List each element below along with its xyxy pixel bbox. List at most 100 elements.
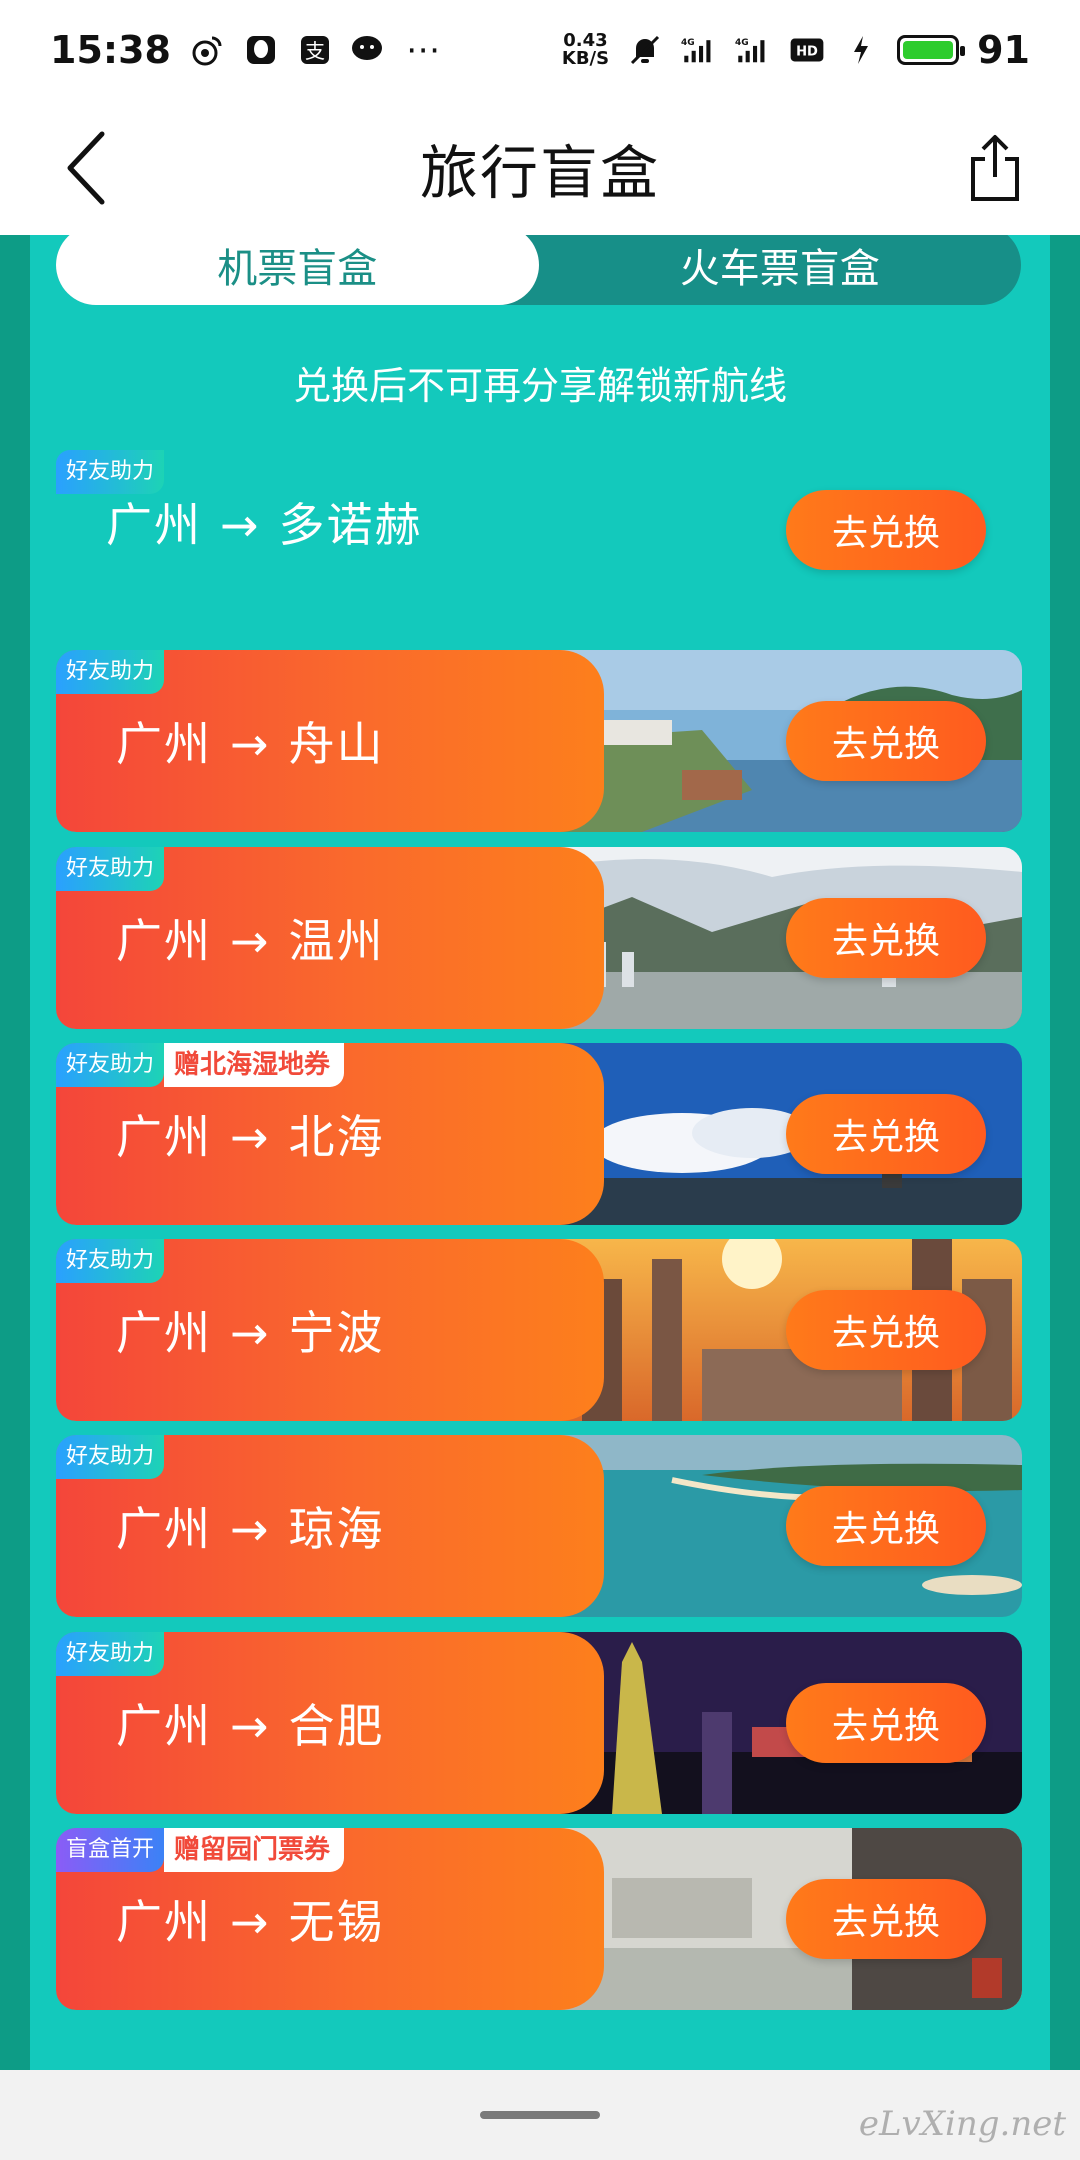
route-label: 广州 → 北海 xyxy=(116,1101,385,1167)
more-notifications-icon: ⋯ xyxy=(405,30,440,70)
left-frame xyxy=(0,235,30,2070)
badge-group: 好友助力 xyxy=(56,847,165,891)
back-button[interactable] xyxy=(40,120,130,215)
redeem-button[interactable]: 去兑换 xyxy=(786,898,986,978)
route-label: 广州 → 无锡 xyxy=(116,1886,385,1952)
svg-text:4G: 4G xyxy=(735,38,749,48)
svg-text:4G: 4G xyxy=(681,38,695,48)
route-destination: 温州 xyxy=(288,914,385,968)
friend-help-badge: 好友助力 xyxy=(56,450,165,494)
gift-coupon-badge: 赠北海湿地券 xyxy=(164,1043,345,1087)
friend-help-badge: 好友助力 xyxy=(56,1632,165,1676)
status-bar: 15:38 支 ⋯ 0.43 KB/S 4G 4G HD 91 xyxy=(0,0,1080,100)
route-arrow: → xyxy=(220,498,261,552)
route-label: 广州 → 琼海 xyxy=(116,1493,385,1559)
hd-voice-icon: HD xyxy=(789,32,825,68)
route-card[interactable]: 好友助力 广州 → 舟山 去兑换 xyxy=(56,650,1022,832)
badge-group: 好友助力 xyxy=(56,450,165,494)
network-speed: 0.43 KB/S xyxy=(561,30,610,69)
route-origin: 广州 xyxy=(116,717,212,771)
redeem-button[interactable]: 去兑换 xyxy=(786,1683,986,1763)
route-label: 广州 → 宁波 xyxy=(116,1297,385,1363)
route-arrow: → xyxy=(230,1110,271,1164)
route-card[interactable]: 好友助力 广州 → 宁波 去兑换 xyxy=(56,1239,1022,1421)
route-destination: 合肥 xyxy=(288,1699,385,1753)
qq-icon xyxy=(243,32,279,68)
chevron-left-icon xyxy=(67,131,105,204)
route-arrow: → xyxy=(230,1306,271,1360)
badge-group: 好友助力 xyxy=(56,1435,165,1479)
friend-help-badge: 好友助力 xyxy=(56,1435,165,1479)
badge-group: 好友助力 xyxy=(56,1632,165,1676)
badge-group: 好友助力 赠北海湿地券 xyxy=(56,1043,345,1087)
page-title: 旅行盲盒 xyxy=(419,138,660,207)
route-origin: 广州 xyxy=(116,1306,212,1360)
app-header: 旅行盲盒 xyxy=(0,100,1080,235)
friend-help-badge: 好友助力 xyxy=(56,1239,165,1283)
charging-bolt-icon xyxy=(843,32,879,68)
friend-help-badge: 好友助力 xyxy=(56,1043,165,1087)
badge-group: 盲盒首开 赠留园门票券 xyxy=(56,1828,345,1872)
mute-bell-icon xyxy=(627,32,663,68)
route-destination: 无锡 xyxy=(288,1895,385,1949)
redeem-button[interactable]: 去兑换 xyxy=(786,490,986,570)
redeem-button[interactable]: 去兑换 xyxy=(786,1486,986,1566)
share-button[interactable] xyxy=(950,120,1040,215)
route-origin: 广州 xyxy=(116,1699,212,1753)
redeem-button[interactable]: 去兑换 xyxy=(786,1879,986,1959)
clock: 15:38 xyxy=(50,28,171,72)
route-label: 广州 → 温州 xyxy=(116,905,385,971)
route-card[interactable]: 好友助力 广州 → 琼海 去兑换 xyxy=(56,1435,1022,1617)
signal-4g-icon-2: 4G xyxy=(735,32,771,68)
battery-icon xyxy=(897,35,966,65)
signal-4g-icon-1: 4G xyxy=(681,32,717,68)
gesture-handle[interactable] xyxy=(480,2111,600,2119)
weibo-icon xyxy=(189,32,225,68)
route-destination: 琼海 xyxy=(288,1502,385,1556)
first-open-badge: 盲盒首开 xyxy=(56,1828,165,1872)
route-arrow: → xyxy=(230,717,271,771)
route-origin: 广州 xyxy=(116,1895,212,1949)
route-arrow: → xyxy=(230,1699,271,1753)
route-destination: 多诺赫 xyxy=(278,498,423,552)
route-destination: 舟山 xyxy=(288,717,385,771)
tab-train-blind-box[interactable]: 火车票盲盒 xyxy=(539,235,1022,305)
route-origin: 广州 xyxy=(116,914,212,968)
tab-flight-blind-box[interactable]: 机票盲盒 xyxy=(56,235,539,305)
battery-level: 91 xyxy=(977,28,1030,72)
route-card[interactable]: 好友助力 赠北海湿地券 广州 → 北海 去兑换 xyxy=(56,1043,1022,1225)
gift-coupon-badge: 赠留园门票券 xyxy=(164,1828,345,1872)
route-destination: 宁波 xyxy=(288,1306,385,1360)
route-card[interactable]: 好友助力 广州 → 温州 去兑换 xyxy=(56,847,1022,1029)
route-label: 广州 → 合肥 xyxy=(116,1690,385,1756)
svg-text:支: 支 xyxy=(305,39,325,63)
route-arrow: → xyxy=(230,1895,271,1949)
route-origin: 广州 xyxy=(106,498,202,552)
right-frame xyxy=(1050,235,1080,2070)
redeem-button[interactable]: 去兑换 xyxy=(786,701,986,781)
route-destination: 北海 xyxy=(288,1110,385,1164)
route-origin: 广州 xyxy=(116,1110,212,1164)
tab-bar: 机票盲盒 火车票盲盒 xyxy=(56,235,1021,305)
alipay-icon: 支 xyxy=(297,32,333,68)
friend-help-badge: 好友助力 xyxy=(56,650,165,694)
watermark: eLvXing.net xyxy=(858,2104,1066,2144)
badge-group: 好友助力 xyxy=(56,650,165,694)
route-arrow: → xyxy=(230,1502,271,1556)
badge-group: 好友助力 xyxy=(56,1239,165,1283)
wechat-icon xyxy=(351,32,387,68)
route-card[interactable]: 好友助力 广州 → 合肥 去兑换 xyxy=(56,1632,1022,1814)
route-card[interactable]: 盲盒首开 赠留园门票券 广州 → 无锡 去兑换 xyxy=(56,1828,1022,2010)
notice-text: 兑换后不可再分享解锁新航线 xyxy=(292,364,787,408)
friend-help-badge: 好友助力 xyxy=(56,847,165,891)
route-item: 好友助力 广州 → 多诺赫 去兑换 xyxy=(56,450,1022,590)
route-label: 广州 → 舟山 xyxy=(116,708,385,774)
blind-box-panel: 机票盲盒 火车票盲盒 兑换后不可再分享解锁新航线 好友助力 广州 → 多诺赫 去兑换… xyxy=(30,235,1050,2070)
redeem-button[interactable]: 去兑换 xyxy=(786,1290,986,1370)
route-label: 广州 → 多诺赫 xyxy=(106,489,423,555)
share-icon xyxy=(971,134,1019,201)
route-origin: 广州 xyxy=(116,1502,212,1556)
svg-text:HD: HD xyxy=(796,45,818,60)
redeem-button[interactable]: 去兑换 xyxy=(786,1094,986,1174)
route-arrow: → xyxy=(230,914,271,968)
